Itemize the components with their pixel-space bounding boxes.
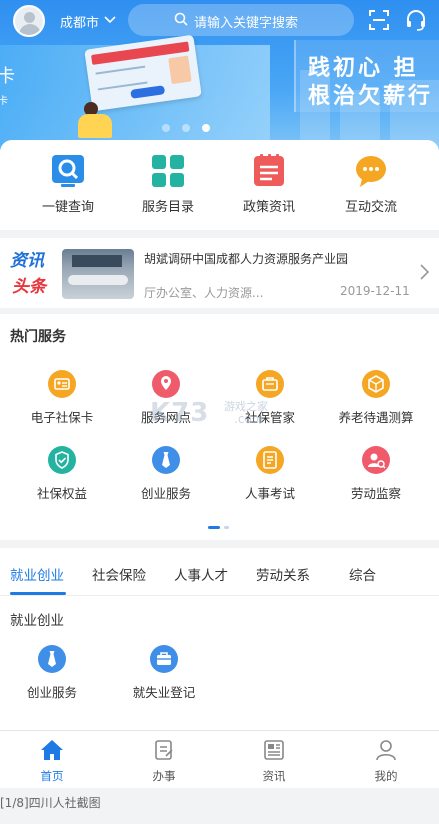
hot-item-e-card[interactable]: 电子社保卡	[12, 370, 112, 426]
hot-item-startup[interactable]: 创业服务	[116, 446, 216, 502]
carousel-indicator	[162, 124, 210, 132]
news-source: 厅办公室、人力资源...	[144, 286, 264, 300]
nav-profile[interactable]: 我的	[356, 739, 416, 784]
page-indicator	[208, 526, 229, 529]
quick-item-catalog[interactable]: 服务目录	[128, 154, 208, 215]
screenshot-caption: [1/8]四川人社截图	[0, 796, 101, 810]
search-input[interactable]: 请输入关键字搜索	[128, 4, 354, 36]
task-icon	[155, 740, 173, 760]
news-title[interactable]: 胡斌调研中国成都人力资源服务产业园	[144, 250, 348, 267]
news-date: 2019-12-11	[340, 284, 410, 298]
user-icon	[376, 740, 396, 761]
search-icon	[174, 12, 188, 26]
category-item-startup[interactable]: 创业服务	[2, 645, 102, 701]
hot-item-label: 养老待遇测算	[338, 410, 414, 425]
quick-item-label: 政策资讯	[242, 200, 295, 215]
grid-icon	[151, 154, 185, 188]
quick-item-label: 服务目录	[141, 200, 194, 215]
banner-slogan-line2: 根治欠薪行	[308, 84, 434, 109]
section-title: 就业创业	[10, 613, 64, 629]
carousel-dot[interactable]	[162, 124, 170, 132]
hot-item-rights[interactable]: 社保权益	[12, 446, 112, 502]
news-badge-line1: 资讯	[10, 251, 44, 271]
chevron-down-icon[interactable]	[104, 12, 116, 26]
news-thumbnail[interactable]	[62, 249, 134, 299]
briefcase-icon	[150, 645, 178, 673]
hot-item-outlets[interactable]: 服务网点	[116, 370, 216, 426]
carousel-dot[interactable]	[182, 124, 190, 132]
tab-social-insurance[interactable]: 社会保险	[92, 564, 146, 584]
hot-item-label: 劳动监察	[350, 486, 401, 501]
shield-icon	[48, 446, 76, 474]
top-bar: 成都市 请输入关键字搜索	[0, 0, 439, 40]
nav-tasks[interactable]: 办事	[134, 739, 194, 784]
hot-services-panel: 热门服务 电子社保卡 服务网点 社保管家 养老待遇测算 社保权益 创业服务 人事…	[0, 314, 439, 540]
avatar[interactable]	[13, 5, 45, 37]
news-badge-line2: 头条	[12, 277, 46, 297]
chat-icon	[354, 154, 388, 188]
hot-item-steward[interactable]: 社保管家	[220, 370, 320, 426]
quick-item-policy[interactable]: 政策资讯	[229, 154, 309, 215]
id-card-icon	[48, 370, 76, 398]
category-tabs: 就业创业 社会保险 人事人才 劳动关系 综合	[0, 548, 439, 596]
location-icon	[152, 370, 180, 398]
category-panel: 就业创业 社会保险 人事人才 劳动关系 综合 就业创业 创业服务 就失业登记 社…	[0, 548, 439, 738]
nav-label: 办事	[152, 769, 176, 783]
headset-icon[interactable]	[405, 9, 427, 31]
hot-item-label: 人事考试	[244, 486, 295, 501]
category-item-label: 创业服务	[26, 685, 77, 700]
quick-entry-panel: 一键查询 服务目录 政策资讯 互动交流	[0, 140, 439, 230]
city-selector[interactable]: 成都市	[60, 12, 99, 31]
scan-icon[interactable]	[368, 9, 390, 31]
tie-icon	[152, 446, 180, 474]
hot-item-label: 服务网点	[140, 410, 191, 425]
home-icon	[41, 740, 63, 760]
exam-icon	[256, 446, 284, 474]
tab-labor-relations[interactable]: 劳动关系	[256, 564, 310, 584]
section-title: 热门服务	[10, 329, 66, 345]
hot-item-label: 社保管家	[244, 410, 295, 425]
banner-edge-text-small: 卡	[0, 96, 8, 107]
news-icon	[264, 740, 284, 760]
nav-home[interactable]: 首页	[22, 739, 82, 784]
news-headline[interactable]: 资讯 头条 胡斌调研中国成都人力资源服务产业园 厅办公室、人力资源... 201…	[0, 238, 439, 308]
bottom-nav: 首页 办事 资讯 我的	[0, 730, 439, 788]
quick-item-interact[interactable]: 互动交流	[331, 154, 411, 215]
app-screen: 卡 卡 践初心 担 根治欠薪行 成都市 请输入关键字搜索 一键查询 服务目录 政…	[0, 0, 439, 824]
nav-news[interactable]: 资讯	[244, 739, 304, 784]
category-item-registration[interactable]: 就失业登记	[114, 645, 214, 701]
tab-employment[interactable]: 就业创业	[10, 564, 64, 584]
search-icon	[51, 154, 85, 188]
chevron-right-icon[interactable]	[418, 263, 430, 281]
tab-personnel[interactable]: 人事人才	[174, 564, 228, 584]
hot-item-label: 社保权益	[36, 486, 87, 501]
category-item-label: 就失业登记	[132, 685, 196, 700]
person-illustration	[78, 102, 112, 138]
carousel-dot-active[interactable]	[202, 124, 210, 132]
hot-item-inspection[interactable]: 劳动监察	[326, 446, 426, 502]
briefcase-icon	[256, 370, 284, 398]
tie-icon	[38, 645, 66, 673]
quick-item-label: 互动交流	[344, 200, 397, 215]
active-tab-indicator	[10, 592, 66, 595]
nav-label: 我的	[374, 769, 398, 783]
cube-icon	[362, 370, 390, 398]
inspect-icon	[362, 446, 390, 474]
hot-item-exam[interactable]: 人事考试	[220, 446, 320, 502]
quick-item-label: 一键查询	[41, 200, 94, 215]
hot-item-label: 创业服务	[140, 486, 191, 501]
quick-item-query[interactable]: 一键查询	[28, 154, 108, 215]
banner-edge-text: 卡	[0, 66, 15, 87]
nav-label: 资讯	[262, 769, 286, 783]
tab-general[interactable]: 综合	[349, 564, 376, 584]
nav-label: 首页	[40, 769, 64, 783]
hot-item-pension-calc[interactable]: 养老待遇测算	[326, 370, 426, 426]
document-icon	[252, 154, 286, 188]
hot-item-label: 电子社保卡	[30, 410, 94, 425]
search-placeholder: 请输入关键字搜索	[194, 16, 299, 31]
